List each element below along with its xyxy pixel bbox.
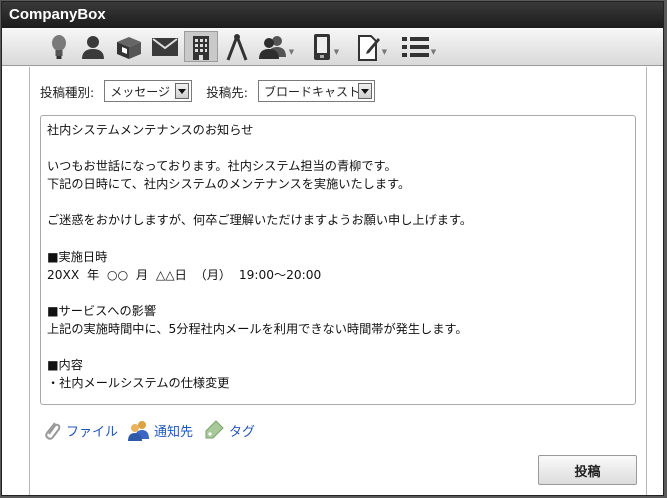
box-icon[interactable] <box>113 31 145 62</box>
person-icon[interactable] <box>79 31 107 62</box>
users-icon <box>128 421 150 441</box>
compass-icon[interactable] <box>223 31 251 62</box>
chevron-down-icon <box>357 83 372 99</box>
chevron-down-icon: ▼ <box>381 47 388 56</box>
lightbulb-icon[interactable] <box>46 31 72 62</box>
post-destination-select[interactable]: ブロードキャスト <box>257 80 375 102</box>
message-body-textarea[interactable]: 社内システムメンテナンスのお知らせ いつもお世話になっております。社内システム担… <box>40 115 636 405</box>
post-type-value: メッセージ <box>110 84 170 99</box>
mail-icon[interactable] <box>150 31 180 62</box>
chevron-down-icon: ▼ <box>333 47 340 56</box>
post-type-select[interactable]: メッセージ <box>104 80 193 102</box>
paperclip-icon <box>45 422 61 440</box>
post-type-label: 投稿種別: <box>40 84 95 100</box>
attachment-links: ファイル 通知先 タグ <box>42 419 265 441</box>
post-destination-value: ブロードキャスト <box>263 84 360 99</box>
group-icon[interactable]: ▼ <box>256 31 296 62</box>
building-icon[interactable] <box>184 31 218 62</box>
post-form: 投稿種別: メッセージ 投稿先: ブロードキャスト 社内システムメンテナンスのお… <box>29 67 647 495</box>
app-title: CompanyBox <box>2 2 663 28</box>
list-icon[interactable]: ▼ <box>398 31 440 62</box>
tag-link[interactable]: タグ <box>203 419 255 441</box>
tag-icon <box>205 420 224 439</box>
post-destination-label: 投稿先: <box>206 84 248 100</box>
document-edit-icon[interactable]: ▼ <box>352 31 392 62</box>
chevron-down-icon: ▼ <box>430 47 437 56</box>
notify-link-label: 通知先 <box>154 424 194 440</box>
toolbar: ▼ ▼ ▼ ▼ <box>2 28 663 66</box>
chevron-down-icon: ▼ <box>288 47 295 56</box>
file-link[interactable]: ファイル <box>42 419 118 441</box>
file-link-label: ファイル <box>66 424 119 440</box>
chevron-down-icon <box>175 83 190 99</box>
tag-link-label: タグ <box>229 424 256 440</box>
post-button[interactable]: 投稿 <box>538 455 637 485</box>
notify-link[interactable]: 通知先 <box>128 419 193 441</box>
app-window: CompanyBox ▼ ▼ ▼ ▼ 投稿種別: メッセージ 投稿先: ブロード… <box>1 1 664 496</box>
device-icon[interactable]: ▼ <box>305 31 345 62</box>
post-options-row: 投稿種別: メッセージ 投稿先: ブロードキャスト <box>40 79 389 103</box>
